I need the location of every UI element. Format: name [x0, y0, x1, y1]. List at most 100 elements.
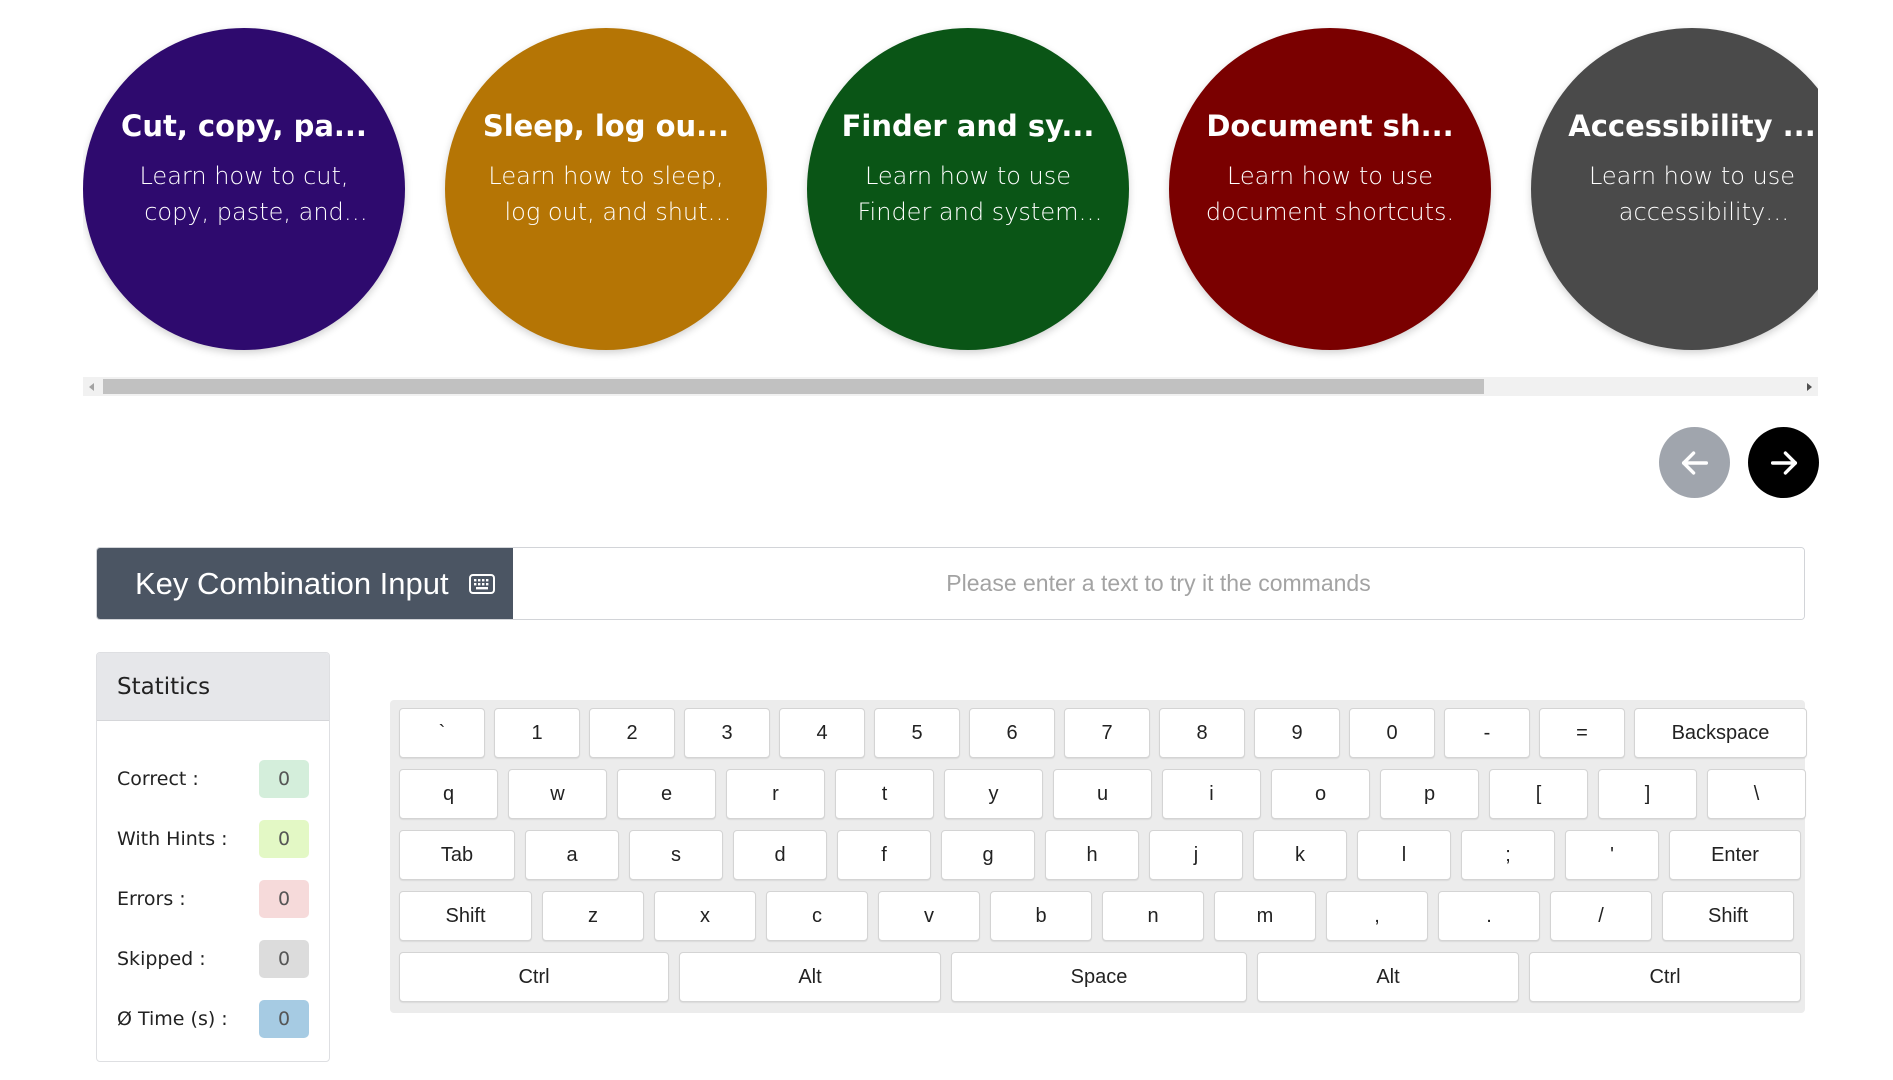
key-semicolon[interactable]: ;	[1461, 830, 1555, 880]
key-5[interactable]: 5	[874, 708, 960, 758]
key-equals[interactable]: =	[1539, 708, 1625, 758]
carousel-scrollbar[interactable]	[83, 377, 1818, 396]
card-description: Learn how to cut, copy, paste, and other…	[139, 162, 349, 226]
card-description: Learn how to sleep, log out, and shut do…	[488, 162, 724, 226]
key-y[interactable]: y	[944, 769, 1043, 819]
stat-with-hints: With Hints : 0	[117, 819, 309, 859]
key-quote[interactable]: '	[1565, 830, 1659, 880]
key-tab[interactable]: Tab	[399, 830, 515, 880]
input-label-text: Key Combination Input	[135, 565, 449, 601]
carousel-next-button[interactable]	[1748, 427, 1819, 498]
virtual-keyboard: ` 1 2 3 4 5 6 7 8 9 0- = Backspace q w e r t y u i o p[] \ Tab a s…	[390, 700, 1807, 1013]
card-description: Learn how to use Finder and system short…	[857, 162, 1079, 226]
key-minus[interactable]: -	[1444, 708, 1530, 758]
stat-value-badge: 0	[259, 760, 309, 798]
key-n[interactable]: n	[1102, 891, 1204, 941]
stat-avg-time: Ø Time (s) : 0	[117, 999, 309, 1039]
key-shift[interactable]: Shift	[399, 891, 532, 941]
card-title: Accessibility ...	[1568, 109, 1816, 143]
card-title: Sleep, log ou...	[482, 109, 730, 143]
key-f[interactable]: f	[837, 830, 931, 880]
key-4[interactable]: 4	[779, 708, 865, 758]
scrollbar-thumb[interactable]	[103, 379, 1484, 394]
key-backtick[interactable]: `	[399, 708, 485, 758]
key-6[interactable]: 6	[969, 708, 1055, 758]
key-backslash[interactable]: \	[1707, 769, 1806, 819]
key-w[interactable]: w	[508, 769, 607, 819]
key-j[interactable]: j	[1149, 830, 1243, 880]
key-enter[interactable]: Enter	[1669, 830, 1801, 880]
stat-correct: Correct : 0	[117, 759, 309, 799]
card-document-shortcuts[interactable]: Document sh... Learn how to use document…	[1169, 28, 1491, 350]
key-combination-input[interactable]	[513, 548, 1804, 619]
carousel-prev-button[interactable]	[1659, 427, 1730, 498]
stat-value-badge: 0	[259, 940, 309, 978]
scroll-right-arrow-icon[interactable]	[1800, 377, 1818, 396]
key-v[interactable]: v	[878, 891, 980, 941]
key-ctrl[interactable]: Ctrl	[1529, 952, 1801, 1002]
card-description: Learn how to use document shortcuts.	[1205, 162, 1455, 226]
key-3[interactable]: 3	[684, 708, 770, 758]
card-accessibility[interactable]: Accessibility ... Learn how to use acces…	[1531, 28, 1818, 350]
key-m[interactable]: m	[1214, 891, 1316, 941]
stat-label: With Hints :	[117, 828, 228, 850]
input-label: Key Combination Input	[97, 548, 513, 619]
key-1[interactable]: 1	[494, 708, 580, 758]
stat-label: Correct :	[117, 768, 199, 790]
stat-label: Ø Time (s) :	[117, 1008, 228, 1030]
key-t[interactable]: t	[835, 769, 934, 819]
key-z[interactable]: z	[542, 891, 644, 941]
stat-label: Errors :	[117, 888, 186, 910]
key-k[interactable]: k	[1253, 830, 1347, 880]
key-s[interactable]: s	[629, 830, 723, 880]
key-shift[interactable]: Shift	[1662, 891, 1794, 941]
key-0[interactable]: 0	[1349, 708, 1435, 758]
key-comma[interactable]: ,	[1326, 891, 1428, 941]
key-u[interactable]: u	[1053, 769, 1152, 819]
shortcut-carousel[interactable]: Cut, copy, pa... Learn how to cut, copy,…	[83, 20, 1818, 362]
key-8[interactable]: 8	[1159, 708, 1245, 758]
key-r[interactable]: r	[726, 769, 825, 819]
key-x[interactable]: x	[654, 891, 756, 941]
statistics-title: Statitics	[97, 653, 329, 721]
key-left-bracket[interactable]: [	[1489, 769, 1588, 819]
stat-value-badge: 0	[259, 880, 309, 918]
key-c[interactable]: c	[766, 891, 868, 941]
stat-label: Skipped :	[117, 948, 206, 970]
statistics-panel: Statitics Correct : 0 With Hints : 0 Err…	[96, 652, 330, 1062]
key-alt[interactable]: Alt	[679, 952, 941, 1002]
key-i[interactable]: i	[1162, 769, 1261, 819]
key-backspace[interactable]: Backspace	[1634, 708, 1807, 758]
key-7[interactable]: 7	[1064, 708, 1150, 758]
stat-errors: Errors : 0	[117, 879, 309, 919]
key-p[interactable]: p	[1380, 769, 1479, 819]
key-q[interactable]: q	[399, 769, 498, 819]
key-period[interactable]: .	[1438, 891, 1540, 941]
key-alt[interactable]: Alt	[1257, 952, 1519, 1002]
key-l[interactable]: l	[1357, 830, 1451, 880]
card-title: Finder and sy...	[841, 109, 1095, 143]
card-cut-copy-paste[interactable]: Cut, copy, pa... Learn how to cut, copy,…	[83, 28, 405, 350]
arrow-right-icon	[1770, 450, 1797, 475]
key-ctrl[interactable]: Ctrl	[399, 952, 669, 1002]
key-a[interactable]: a	[525, 830, 619, 880]
arrow-left-icon	[1681, 450, 1708, 475]
key-h[interactable]: h	[1045, 830, 1139, 880]
key-right-bracket[interactable]: ]	[1598, 769, 1697, 819]
card-sleep-logout[interactable]: Sleep, log ou... Learn how to sleep, log…	[445, 28, 767, 350]
card-description: Learn how to use accessibility shortcuts…	[1588, 162, 1796, 226]
key-e[interactable]: e	[617, 769, 716, 819]
scroll-left-arrow-icon[interactable]	[83, 377, 101, 396]
key-slash[interactable]: /	[1550, 891, 1652, 941]
key-9[interactable]: 9	[1254, 708, 1340, 758]
stat-value-badge: 0	[259, 1000, 309, 1038]
key-g[interactable]: g	[941, 830, 1035, 880]
key-d[interactable]: d	[733, 830, 827, 880]
key-o[interactable]: o	[1271, 769, 1370, 819]
key-space[interactable]: Space	[951, 952, 1247, 1002]
key-2[interactable]: 2	[589, 708, 675, 758]
card-title: Cut, copy, pa...	[121, 109, 367, 143]
key-combination-input-group: Key Combination Input	[96, 547, 1805, 620]
key-b[interactable]: b	[990, 891, 1092, 941]
card-finder-system[interactable]: Finder and sy... Learn how to use Finder…	[807, 28, 1129, 350]
